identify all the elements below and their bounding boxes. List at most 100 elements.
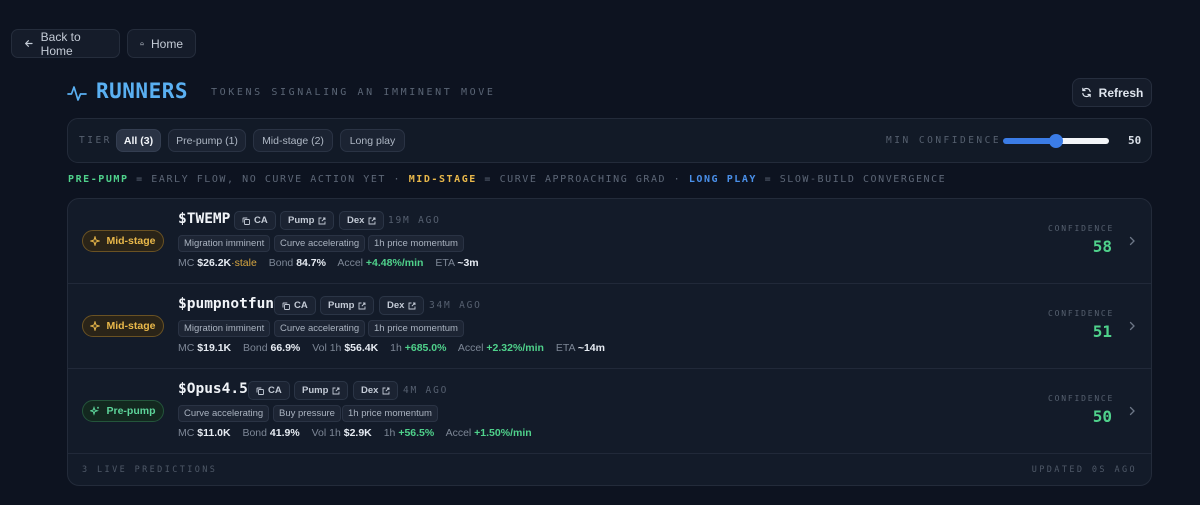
- copy-ca-label: CA: [294, 300, 308, 311]
- sparkle-icon: [90, 236, 101, 246]
- external-link-icon: [358, 302, 366, 309]
- updated-timestamp: UPDATED 0S AGO: [1031, 465, 1137, 475]
- signal-tag: Curve accelerating: [178, 405, 270, 422]
- external-link-icon: [382, 387, 390, 394]
- tier-chip-pre-pump[interactable]: Pre-pump (1): [168, 129, 246, 152]
- bond-value: 84.7%: [296, 257, 326, 269]
- accel-value: +1.50%/min: [474, 427, 532, 439]
- chevron-right-icon[interactable]: [1127, 320, 1137, 332]
- stat-key: Bond: [268, 257, 294, 269]
- slider-thumb[interactable]: [1049, 134, 1063, 148]
- stale-indicator: ·stale: [231, 257, 257, 269]
- legend-long-play-key: LONG PLAY: [688, 174, 757, 185]
- copy-icon: [256, 387, 264, 395]
- stat-key: Vol 1h: [312, 342, 342, 354]
- legend-long-play-text: = SLOW-BUILD CONVERGENCE: [764, 174, 947, 185]
- copy-ca-button[interactable]: CA: [248, 381, 290, 400]
- stat-key: 1h: [383, 427, 396, 439]
- pump-link-label: Pump: [328, 300, 355, 311]
- chevron-right-icon[interactable]: [1127, 235, 1137, 247]
- min-confidence-slider[interactable]: [1003, 134, 1109, 148]
- token-stats: MC $26.2K·stale Bond 84.7% Accel +4.48%/…: [178, 257, 479, 269]
- stat-key: Accel: [445, 427, 472, 439]
- bond-value: 41.9%: [269, 427, 300, 439]
- market-cap-value: $26.2K: [197, 257, 232, 269]
- copy-ca-button[interactable]: CA: [274, 296, 316, 315]
- pump-link[interactable]: Pump: [294, 381, 349, 400]
- stat-key: Vol 1h: [311, 427, 341, 439]
- eta-value: ~3m: [457, 257, 479, 269]
- min-confidence-label: MIN CONFIDENCE: [886, 135, 1002, 146]
- legend-pre-pump-text: = EARLY FLOW, NO CURVE ACTION YET ·: [136, 174, 402, 185]
- accel-value: +2.32%/min: [486, 342, 544, 354]
- prediction-row[interactable]: Mid-stage $pumpnotfun CA Pump Dex 34M AG…: [68, 284, 1151, 369]
- token-ticker: $Opus4.5: [178, 381, 248, 397]
- stage-badge: Mid-stage: [82, 230, 164, 252]
- copy-ca-button[interactable]: CA: [234, 211, 276, 230]
- external-link-icon: [318, 217, 326, 224]
- signal-tag: Migration imminent: [178, 320, 271, 337]
- dex-link-label: Dex: [387, 300, 405, 311]
- tier-chip-long-play[interactable]: Long play: [340, 129, 405, 152]
- stat-key: ETA: [555, 342, 575, 354]
- prediction-age: 34M AGO: [429, 300, 482, 311]
- accel-value: +4.48%/min: [365, 257, 424, 269]
- token-stats: MC $11.0K Bond 41.9% Vol 1h $2.9K 1h +56…: [178, 427, 532, 439]
- confidence-score: 58: [1092, 237, 1112, 256]
- copy-icon: [282, 302, 290, 310]
- dex-link-label: Dex: [347, 215, 365, 226]
- refresh-button[interactable]: Refresh: [1072, 78, 1152, 107]
- home-icon: [140, 41, 144, 46]
- pump-link-label: Pump: [288, 215, 315, 226]
- pump-link[interactable]: Pump: [320, 296, 375, 315]
- price-change-value: +685.0%: [404, 342, 447, 354]
- stage-badge: Mid-stage: [82, 315, 164, 337]
- stat-key: 1h: [390, 342, 402, 354]
- stage-badge-label: Pre-pump: [106, 405, 156, 417]
- eta-value: ~14m: [577, 342, 605, 354]
- back-to-home-button[interactable]: Back to Home: [11, 29, 120, 58]
- prediction-age: 19M AGO: [388, 215, 441, 226]
- signal-tag: Curve accelerating: [274, 320, 366, 337]
- page-subtitle: TOKENS SIGNALING AN IMMINENT MOVE: [211, 87, 496, 98]
- signal-tag: 1h price momentum: [342, 405, 438, 422]
- pump-link[interactable]: Pump: [280, 211, 335, 230]
- price-change-value: +56.5%: [398, 427, 435, 439]
- refresh-icon: [1081, 87, 1091, 98]
- chevron-right-icon[interactable]: [1127, 405, 1137, 417]
- confidence-label: CONFIDENCE: [1048, 309, 1115, 318]
- external-link-icon: [332, 387, 340, 394]
- stat-key: Bond: [242, 427, 267, 439]
- home-button[interactable]: Home: [127, 29, 196, 58]
- token-ticker: $pumpnotfun: [178, 296, 275, 312]
- token-ticker: $TWEMP: [178, 211, 231, 227]
- confidence-score: 51: [1092, 322, 1112, 341]
- tier-chip-mid-stage[interactable]: Mid-stage (2): [253, 129, 333, 152]
- external-link-icon: [368, 217, 376, 224]
- tier-chip-all[interactable]: All (3): [116, 129, 161, 152]
- sparkles-icon: [90, 406, 100, 416]
- stat-key: Bond: [243, 342, 268, 354]
- stat-key: MC: [178, 427, 195, 439]
- dex-link-label: Dex: [361, 385, 379, 396]
- dex-link[interactable]: Dex: [353, 381, 399, 400]
- market-cap-value: $19.1K: [197, 342, 232, 354]
- home-label: Home: [150, 36, 183, 51]
- market-cap-value: $11.0K: [197, 427, 231, 439]
- pump-link-label: Pump: [302, 385, 329, 396]
- dex-link[interactable]: Dex: [339, 211, 385, 230]
- arrow-left-icon: [25, 40, 33, 47]
- legend-mid-stage-key: MID-STAGE: [408, 174, 477, 185]
- legend-pre-pump-key: PRE-PUMP: [68, 174, 129, 185]
- back-to-home-label: Back to Home: [40, 29, 81, 58]
- min-confidence-value: 50: [1128, 134, 1142, 147]
- dex-link[interactable]: Dex: [379, 296, 425, 315]
- token-stats: MC $19.1K Bond 66.9% Vol 1h $56.4K 1h +6…: [178, 342, 605, 354]
- page-title: RUNNERS: [96, 79, 189, 103]
- stat-key: MC: [178, 257, 195, 269]
- prediction-row[interactable]: Pre-pump $Opus4.5 CA Pump Dex 4M AGO Cur…: [68, 369, 1151, 454]
- prediction-row[interactable]: Mid-stage $TWEMP CA Pump Dex 19M AGO Mig…: [68, 199, 1151, 284]
- volume-value: $2.9K: [343, 427, 372, 439]
- legend-mid-stage-text: = CURVE APPROACHING GRAD ·: [484, 174, 682, 185]
- stage-badge-label: Mid-stage: [106, 235, 156, 247]
